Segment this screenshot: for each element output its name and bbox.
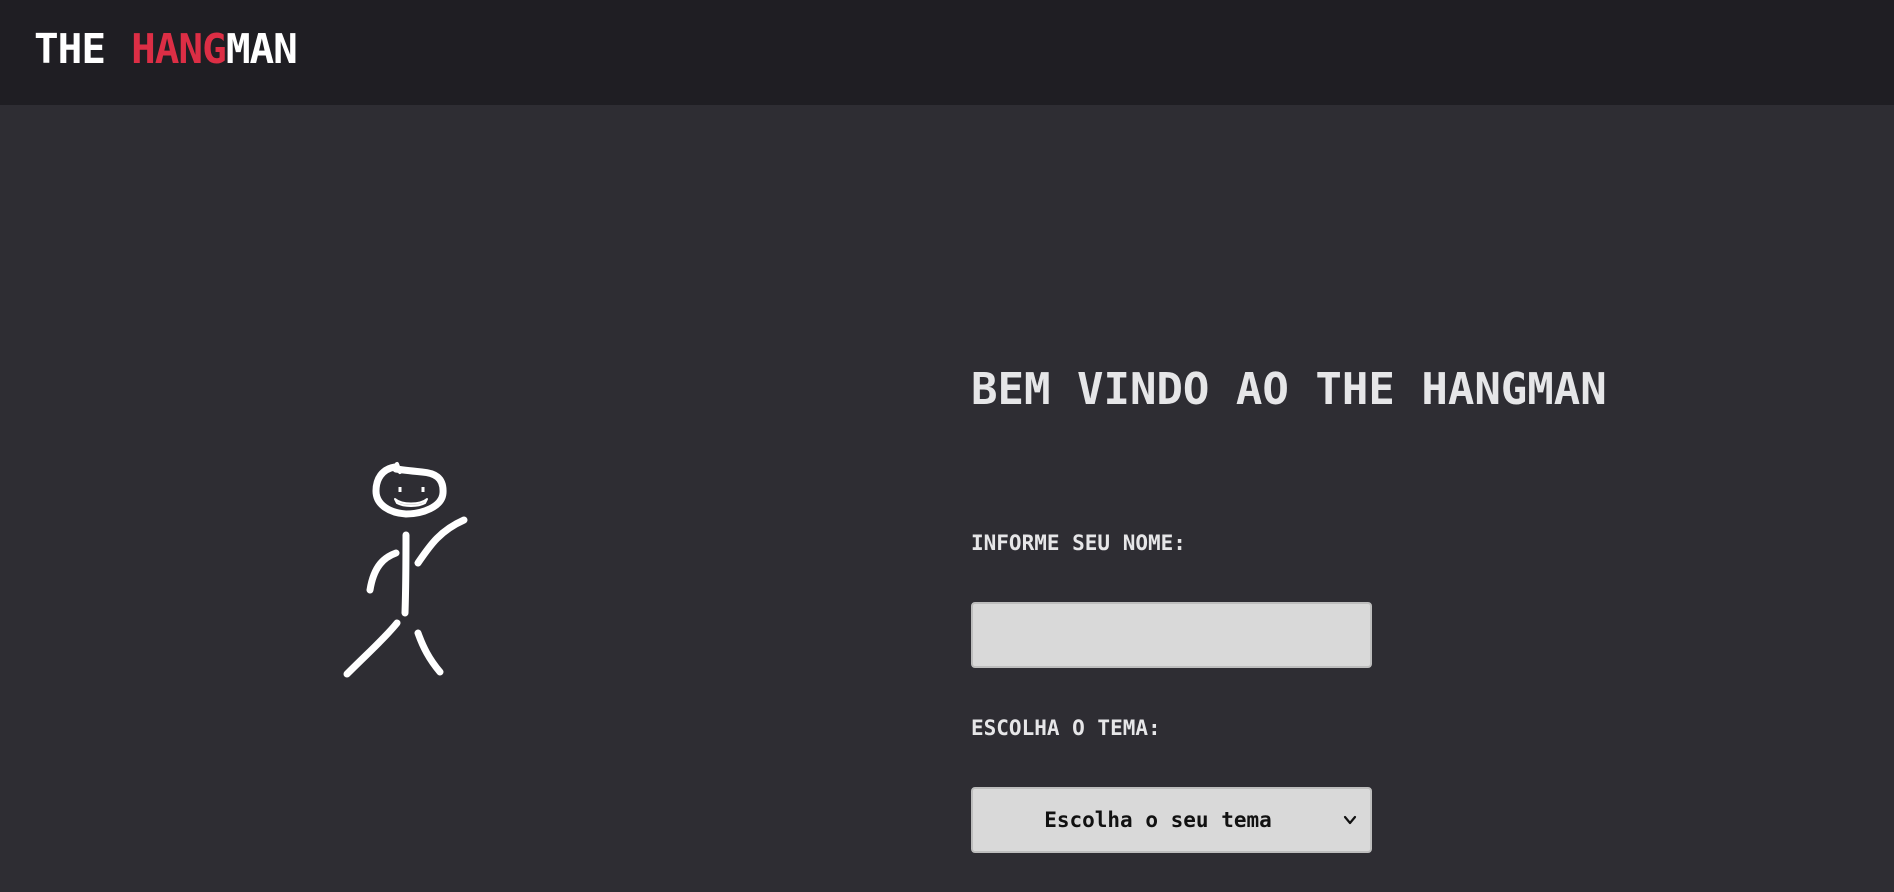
theme-select[interactable]: Escolha o seu tema xyxy=(971,787,1372,853)
logo[interactable]: THE HANGMAN xyxy=(34,24,298,74)
chevron-down-icon xyxy=(1343,815,1357,825)
name-input[interactable] xyxy=(971,602,1372,668)
page-title: BEM VINDO AO THE HANGMAN xyxy=(971,364,1607,415)
theme-select-value: Escolha o seu tema xyxy=(1044,808,1272,832)
logo-word-the: THE xyxy=(34,25,106,73)
logo-word-hang: HANG xyxy=(131,25,227,73)
stick-figure-icon xyxy=(343,462,468,678)
top-bar: THE HANGMAN xyxy=(0,0,1894,105)
name-label: INFORME SEU NOME: xyxy=(971,531,1186,555)
theme-label: ESCOLHA O TEMA: xyxy=(971,716,1161,740)
logo-word-man: MAN xyxy=(225,25,298,73)
